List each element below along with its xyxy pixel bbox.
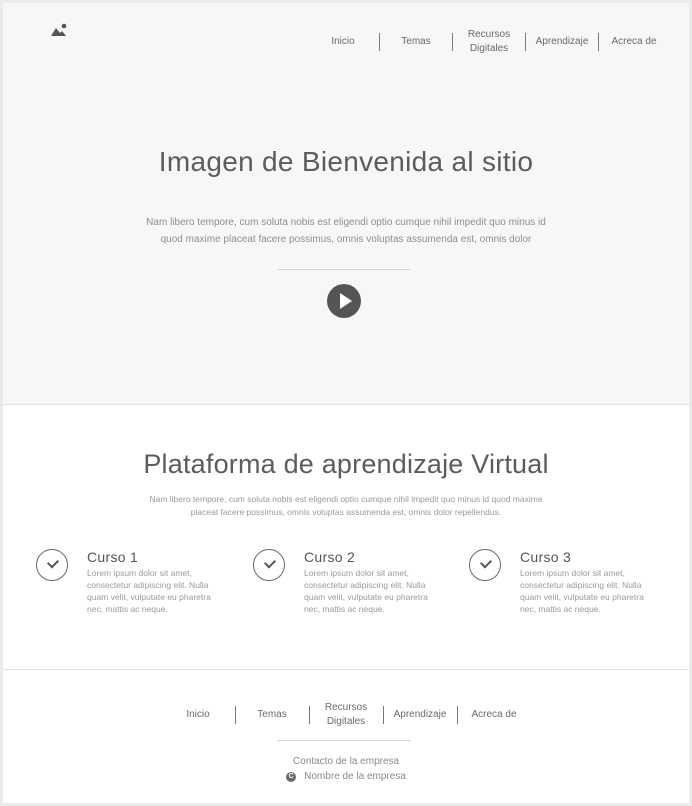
footer-nav: Inicio Temas Recursos Digitales Aprendiz… [3, 700, 689, 730]
footer-nav-item-aprendizaje[interactable]: Aprendizaje [384, 700, 457, 730]
footer-nav-item-acreca-de[interactable]: Acreca de [458, 700, 531, 730]
course-description: Lorem ipsum dolor sit amet, consectetur … [87, 568, 211, 614]
course-title[interactable]: Curso 1 [87, 549, 138, 565]
nav-item-aprendizaje[interactable]: Aprendizaje [526, 27, 598, 57]
footer-nav-item-temas[interactable]: Temas [236, 700, 309, 730]
check-icon [469, 549, 501, 581]
hero-description: Nam libero tempore, cum soluta nobis est… [146, 217, 546, 245]
footer-contact[interactable]: Contacto de la empresa [3, 756, 689, 767]
course-card-1: Curso 1 Lorem ipsum dolor sit amet, cons… [36, 547, 236, 627]
footer: Inicio Temas Recursos Digitales Aprendiz… [3, 669, 689, 803]
top-nav: Inicio Temas Recursos Digitales Aprendiz… [307, 27, 669, 57]
company-name: Nombre de la empresa [304, 771, 406, 782]
course-card-2: Curso 2 Lorem ipsum dolor sit amet, cons… [253, 547, 453, 627]
footer-nav-item-inicio[interactable]: Inicio [162, 700, 235, 730]
footer-nav-item-recursos-digitales[interactable]: Recursos Digitales [310, 700, 383, 730]
play-icon[interactable] [327, 284, 361, 318]
footer-company: C Nombre de la empresa [3, 771, 689, 782]
platform-description: Nam libero tempore, cum soluta nobis est… [149, 494, 543, 517]
course-description: Lorem ipsum dolor sit amet, consectetur … [304, 568, 428, 614]
course-card-3: Curso 3 Lorem ipsum dolor sit amet, cons… [469, 547, 669, 627]
page: Inicio Temas Recursos Digitales Aprendiz… [3, 3, 689, 803]
course-title[interactable]: Curso 2 [304, 549, 355, 565]
check-icon [253, 549, 285, 581]
course-description: Lorem ipsum dolor sit amet, consectetur … [520, 568, 644, 614]
check-icon [36, 549, 68, 581]
nav-item-recursos-digitales[interactable]: Recursos Digitales [453, 27, 525, 57]
logo-image-icon[interactable] [50, 23, 68, 37]
hero-section: Inicio Temas Recursos Digitales Aprendiz… [3, 3, 689, 405]
nav-item-inicio[interactable]: Inicio [307, 27, 379, 57]
hero-title: Imagen de Bienvenida al sitio [158, 146, 534, 177]
nav-item-temas[interactable]: Temas [380, 27, 452, 57]
course-title[interactable]: Curso 3 [520, 549, 571, 565]
copyright-icon: C [286, 771, 297, 782]
footer-divider [277, 740, 411, 741]
platform-title: Plataforma de aprendizaje Virtual [143, 449, 549, 479]
hero-divider [277, 269, 411, 270]
nav-item-acreca-de[interactable]: Acreca de [599, 27, 669, 57]
